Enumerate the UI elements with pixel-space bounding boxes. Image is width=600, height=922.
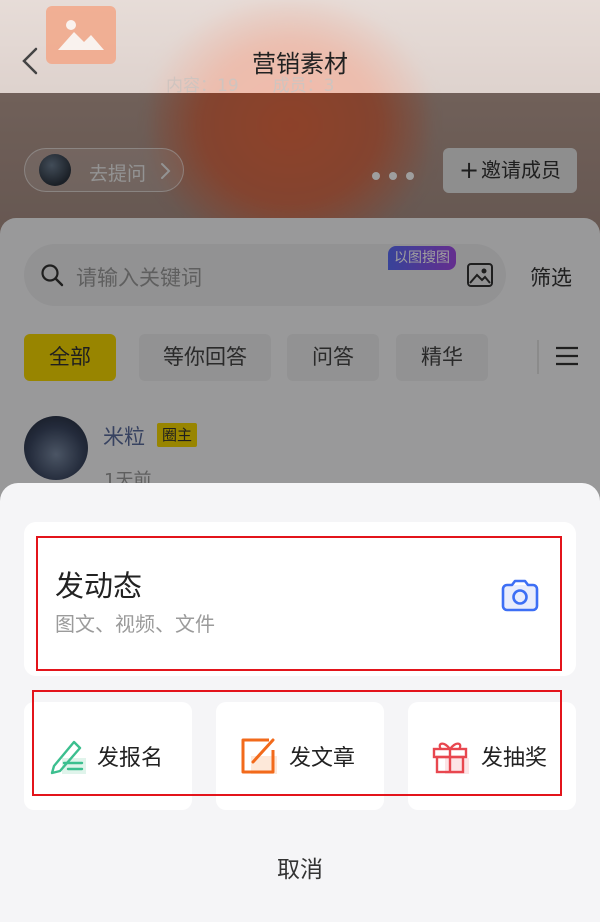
highlight-box	[36, 536, 562, 671]
cancel-button[interactable]: 取消	[0, 850, 600, 884]
highlight-box	[32, 690, 562, 796]
